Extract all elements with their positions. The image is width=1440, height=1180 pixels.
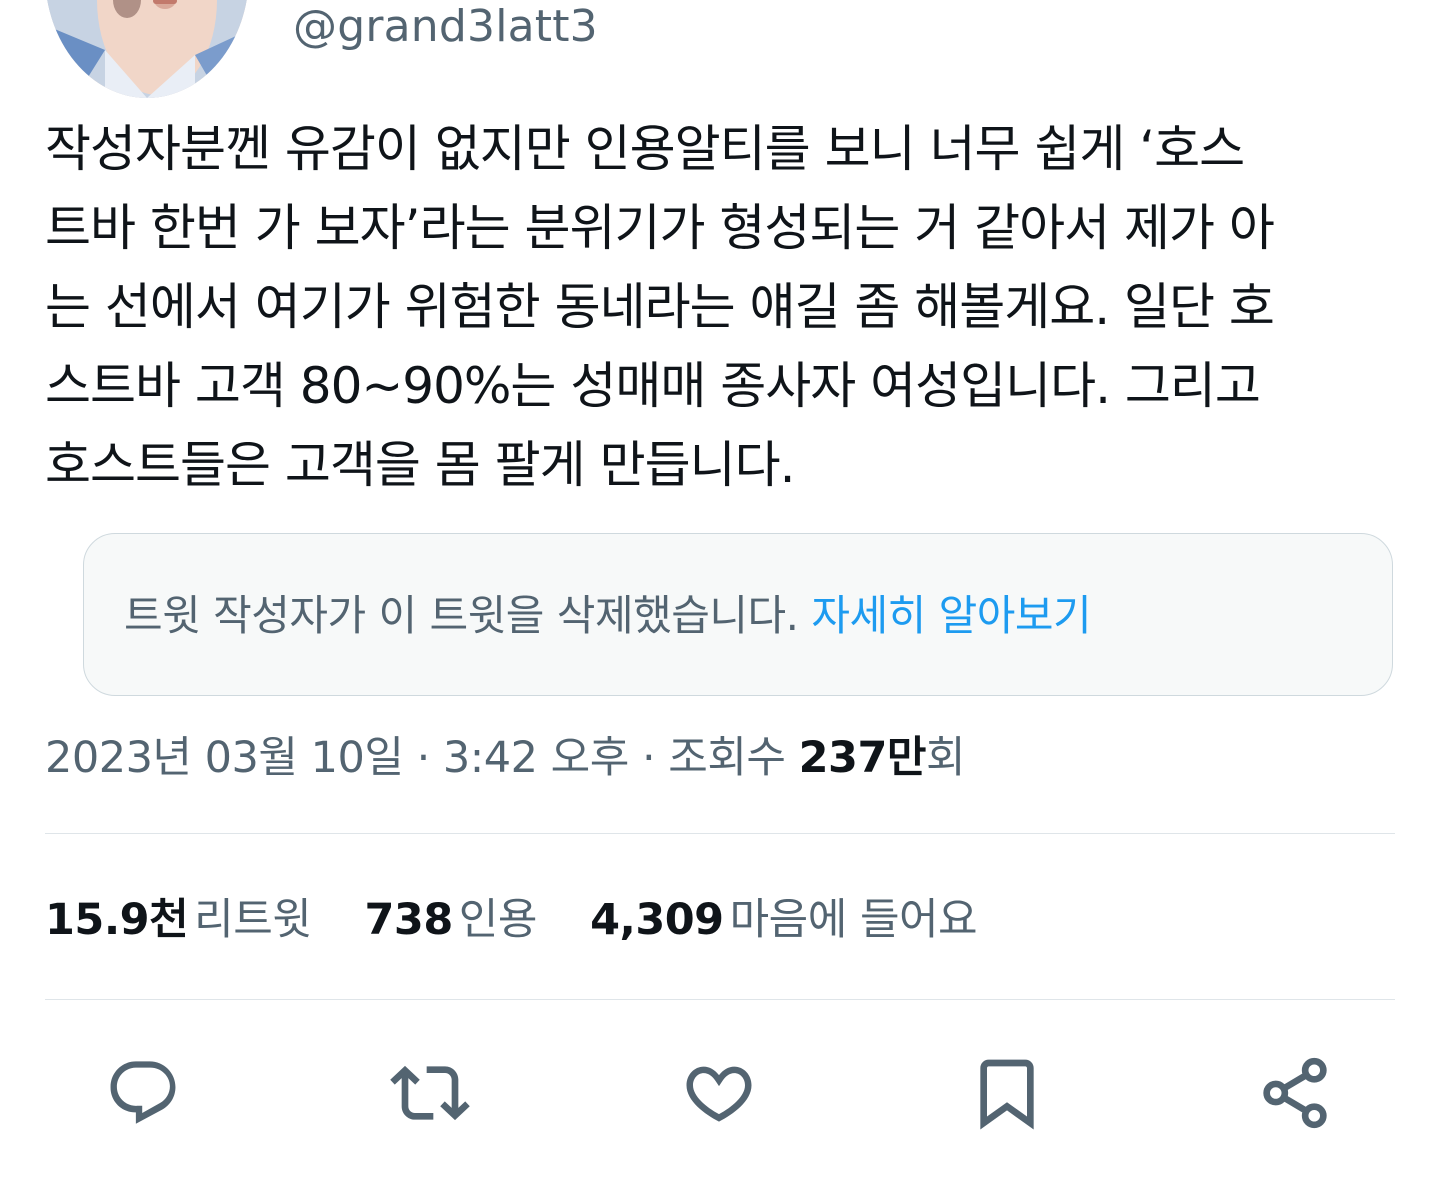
tweet-text-line: 호스트들은 고객을 몸 팔게 만듭니다. xyxy=(45,436,795,494)
tweet-meta: 2023년 03월 10일 · 3:42 오후 · 조회수 237만회 xyxy=(45,730,966,786)
retweet-button[interactable] xyxy=(385,1048,475,1138)
reply-icon xyxy=(110,1061,176,1124)
meta-separator: · xyxy=(641,733,656,783)
quotes-count: 738 xyxy=(364,895,454,945)
tweet-text: 작성자분껜 유감이 없지만 인용알티를 보니 너무 쉽게 ‘호스 트바 한번 가… xyxy=(45,110,1395,505)
divider xyxy=(45,833,1395,834)
retweets-count: 15.9천 xyxy=(45,895,189,945)
quotes-stat[interactable]: 738 인용 xyxy=(364,892,538,948)
quotes-label: 인용 xyxy=(458,895,538,945)
likes-stat[interactable]: 4,309 마음에 들어요 xyxy=(590,892,978,948)
retweets-label: 리트윗 xyxy=(194,895,312,945)
retweets-stat[interactable]: 15.9천 리트윗 xyxy=(45,892,312,948)
avatar-image xyxy=(45,0,249,98)
bookmark-icon xyxy=(980,1059,1034,1130)
action-bar xyxy=(0,1048,1440,1138)
deleted-quote-message: 트윗 작성자가 이 트윗을 삭제했습니다. 자세히 알아보기 xyxy=(124,588,1092,644)
likes-count: 4,309 xyxy=(590,895,724,945)
share-button[interactable] xyxy=(1250,1048,1340,1138)
tweet-text-line: 트바 한번 가 보자’라는 분위기가 형성되는 거 같아서 제가 아 xyxy=(45,199,1275,257)
deleted-quote-card: 트윗 작성자가 이 트윗을 삭제했습니다. 자세히 알아보기 xyxy=(83,533,1393,696)
like-icon xyxy=(686,1066,752,1122)
meta-separator: · xyxy=(416,733,431,783)
tweet-text-line: 스트바 고객 80~90%는 성매매 종사자 여성입니다. 그리고 xyxy=(45,357,1261,415)
views-count: 237만 xyxy=(798,733,927,783)
divider xyxy=(45,999,1395,1000)
retweet-icon xyxy=(390,1065,470,1121)
bookmark-button[interactable] xyxy=(962,1048,1052,1138)
like-button[interactable] xyxy=(674,1048,764,1138)
tweet-date[interactable]: 2023년 03월 10일 xyxy=(45,733,404,783)
likes-label: 마음에 들어요 xyxy=(729,895,978,945)
avatar[interactable] xyxy=(45,0,249,98)
tweet-text-line: 는 선에서 여기가 위험한 동네라는 얘길 좀 해볼게요. 일단 호 xyxy=(45,278,1275,336)
learn-more-link[interactable]: 자세히 알아보기 xyxy=(811,591,1091,640)
tweet-text-line: 작성자분껜 유감이 없지만 인용알티를 보니 너무 쉽게 ‘호스 xyxy=(45,120,1245,178)
deleted-quote-text: 트윗 작성자가 이 트윗을 삭제했습니다. xyxy=(124,591,799,640)
views-suffix: 회 xyxy=(925,733,966,783)
engagement-stats: 15.9천 리트윗 738 인용 4,309 마음에 들어요 xyxy=(45,892,1017,948)
views-label: 조회수 xyxy=(668,733,786,783)
share-icon xyxy=(1263,1057,1327,1129)
tweet-time[interactable]: 3:42 오후 xyxy=(443,733,629,783)
author-handle[interactable]: @grand3latt3 xyxy=(293,0,598,54)
reply-button[interactable] xyxy=(98,1048,188,1138)
